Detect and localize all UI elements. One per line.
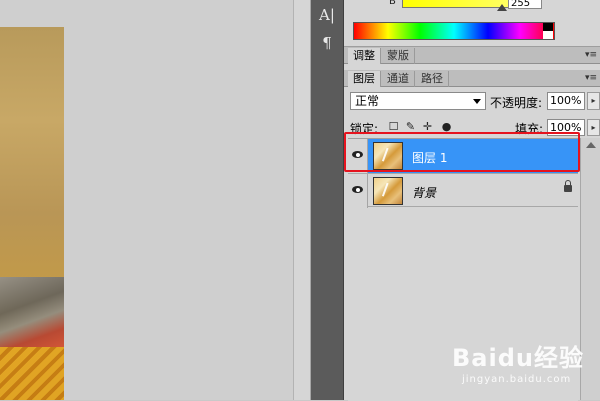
layer-row-background[interactable]: 背景 <box>348 173 578 208</box>
scroll-up-icon[interactable] <box>586 142 596 148</box>
watermark-site: jingyan.baidu.com <box>462 374 572 385</box>
tab-adjustments[interactable]: 调整 <box>348 48 381 64</box>
blend-mode-value: 正常 <box>355 94 380 108</box>
channel-label: B <box>389 0 396 7</box>
layers-panel-menu-icon[interactable]: ▾≡ <box>585 71 597 85</box>
lock-transparent-pixels-icon[interactable]: ☐ <box>388 121 399 132</box>
tab-paths[interactable]: 路径 <box>416 71 449 87</box>
highlight-annotation-box <box>344 132 580 172</box>
tab-channels[interactable]: 通道 <box>382 71 415 87</box>
tab-masks[interactable]: 蒙版 <box>382 48 415 64</box>
opacity-slider-button[interactable]: ▸ <box>587 92 600 110</box>
document-canvas[interactable] <box>0 0 293 400</box>
blend-mode-select[interactable]: 正常 <box>350 92 486 110</box>
opacity-label: 不透明度: <box>490 96 543 110</box>
channel-value-field[interactable]: 255 <box>508 0 542 9</box>
watermark-brand: Baidu经验 <box>452 344 584 372</box>
panel-menu-icon[interactable]: ▾≡ <box>585 48 597 62</box>
lock-image-pixels-icon[interactable]: ✎ <box>405 121 416 132</box>
lock-icon <box>564 180 572 192</box>
panel-divider[interactable] <box>293 0 311 400</box>
lock-all-icon[interactable]: ● <box>441 121 452 132</box>
canvas-image <box>0 27 64 400</box>
color-spectrum-bar[interactable] <box>353 22 555 40</box>
panel-icon-strip: A| ¶ <box>311 0 344 400</box>
fill-slider-button[interactable]: ▸ <box>587 119 600 136</box>
character-panel-icon[interactable]: A| <box>315 4 339 26</box>
layer-thumbnail <box>373 177 403 205</box>
adjustments-tabbar: 调整 蒙版 ▾≡ <box>344 47 600 64</box>
visibility-toggle[interactable] <box>348 174 368 208</box>
watermark: Baidu经验 jingyan.baidu.com <box>452 338 600 400</box>
paragraph-panel-icon[interactable]: ¶ <box>315 32 339 54</box>
layer-name[interactable]: 背景 <box>412 184 436 201</box>
chevron-down-icon <box>473 99 481 104</box>
opacity-field[interactable]: 100% <box>547 92 585 110</box>
black-white-swatch[interactable] <box>543 23 553 39</box>
layers-tabbar: 图层 通道 路径 ▾≡ <box>344 70 600 87</box>
eye-icon <box>352 186 363 193</box>
slider-thumb[interactable] <box>497 4 507 11</box>
color-panel: B 255 <box>344 0 600 47</box>
lock-position-icon[interactable]: ✛ <box>422 121 433 132</box>
tab-layers[interactable]: 图层 <box>348 71 381 87</box>
